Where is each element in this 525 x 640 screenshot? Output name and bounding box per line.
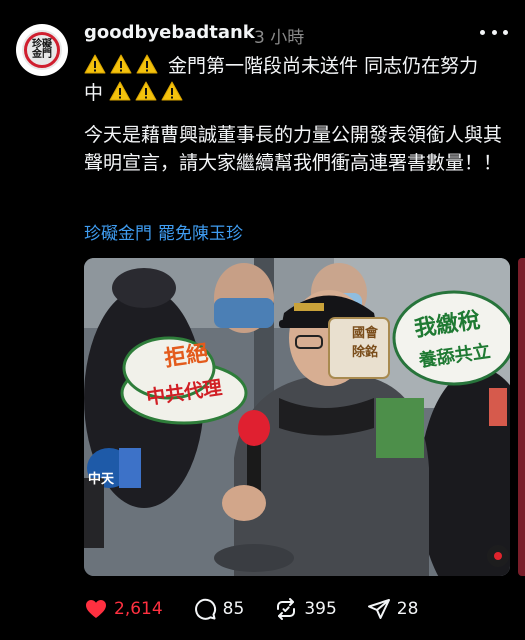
more-dot-icon: [480, 29, 485, 35]
mic-flag-text: 中天: [88, 472, 115, 487]
warning-icon: [110, 54, 132, 74]
post-video[interactable]: 拒絕 中共代理 國會 除銘 我繳稅 養舔共立 中天: [84, 258, 510, 576]
protest-sign-right: 我繳稅 養舔共立: [412, 301, 492, 372]
share-button[interactable]: 28: [367, 597, 419, 621]
warning-icon: [136, 54, 158, 74]
hashtag-link[interactable]: 珍礙金門: [84, 219, 152, 244]
comment-button[interactable]: 85: [193, 597, 245, 621]
repost-icon: [277, 598, 296, 620]
send-icon: [367, 599, 390, 619]
headline-text-end: 中: [84, 82, 104, 104]
more-options-button[interactable]: [480, 22, 508, 42]
hashtag-link[interactable]: 罷免陳玉珍: [158, 219, 243, 244]
repost-count: 395: [304, 599, 337, 619]
hashtag-row: 珍礙金門 罷免陳玉珍: [84, 219, 243, 244]
post-headline: 金門第一階段尚未送件 同志仍在努力 中: [84, 53, 512, 107]
heart-icon: [86, 600, 106, 618]
action-bar: 2,614 85 395 28: [84, 596, 448, 622]
video-sound-button[interactable]: [487, 545, 509, 567]
repost-button[interactable]: 395: [274, 597, 337, 621]
warning-icon: [161, 81, 183, 101]
avatar-logo-text: 珍礙 金門: [32, 39, 52, 60]
sign-text: 除銘: [352, 345, 379, 360]
warning-icon: [109, 81, 131, 101]
threads-post: 珍礙 金門 goodbyebadtank 3 小時 金門第一階段尚未送件 同志仍在…: [0, 0, 525, 640]
post-body: 今天是藉曹興誠董事長的力量公開發表領銜人與其聲明宣言，請大家繼續幫我們衝高連署書…: [84, 124, 503, 174]
sound-indicator-icon: [494, 552, 502, 560]
share-count: 28: [396, 599, 419, 619]
warning-icon: [84, 54, 106, 74]
like-count: 2,614: [114, 599, 163, 619]
sign-text: 國會: [352, 326, 379, 341]
protest-sign-left: 拒絕: [162, 335, 210, 373]
comment-count: 85: [222, 599, 245, 619]
next-media-peek[interactable]: [518, 258, 525, 576]
mic-flag: 中天: [88, 468, 114, 487]
avatar-logo: 珍礙 金門: [22, 30, 62, 70]
warning-icon: [135, 81, 157, 101]
sign-text: 拒絕: [162, 341, 210, 372]
headline-text: 金門第一階段尚未送件 同志仍在努力: [168, 55, 479, 77]
author-username[interactable]: goodbyebadtank: [84, 22, 255, 43]
comment-icon: [194, 598, 216, 620]
like-button[interactable]: 2,614: [84, 597, 163, 621]
author-avatar[interactable]: 珍礙 金門: [16, 24, 68, 76]
more-dot-icon: [503, 29, 508, 35]
more-dot-icon: [491, 29, 497, 35]
post-timestamp: 3 小時: [254, 28, 305, 48]
protest-sign-center: 國會 除銘: [352, 322, 378, 360]
